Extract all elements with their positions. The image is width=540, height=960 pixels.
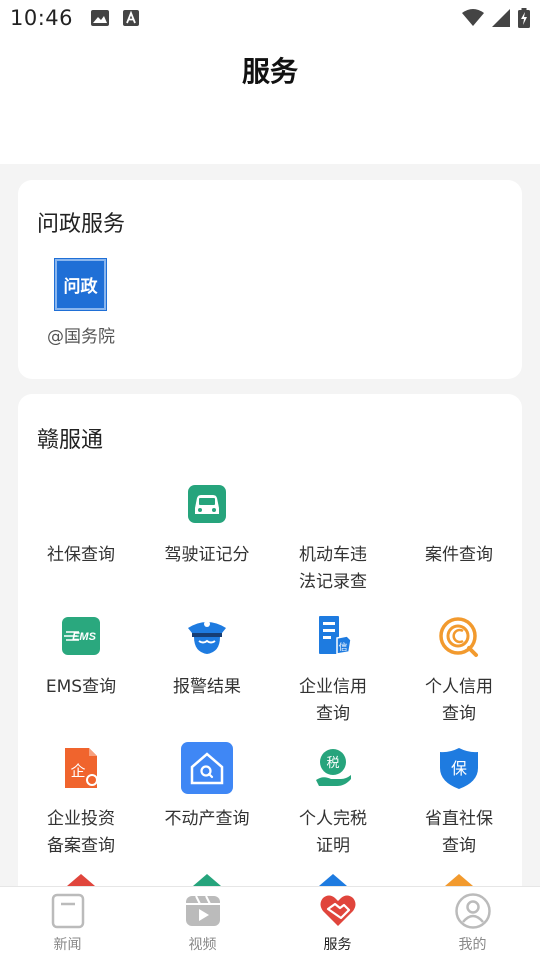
service-item-police-report-result[interactable]: 报警结果 <box>144 610 270 701</box>
ganfutong-card: 赣服通 社保查询 驾驶证记分 机动车违 法记录查 案件查询 EMS EMS查询 <box>18 394 522 914</box>
svg-text:EMS: EMS <box>72 631 97 643</box>
profile-icon <box>454 893 491 929</box>
svg-text:税: 税 <box>326 756 339 771</box>
page-title: 服务 <box>241 55 298 88</box>
personal-credit-icon <box>439 617 478 657</box>
blank-icon <box>307 478 359 530</box>
police-icon <box>188 621 226 654</box>
tab-service[interactable]: 服务 <box>270 887 405 960</box>
bottom-tab-bar: 新闻 视频 服务 我的 <box>0 886 540 960</box>
service-item-driver-license-points[interactable]: 驾驶证记分 <box>144 478 270 569</box>
section-title: 赣服通 <box>37 428 104 453</box>
service-item-tax-certificate[interactable]: 税 个人完税 证明 <box>270 742 396 860</box>
svg-text:企: 企 <box>70 762 85 780</box>
status-time: 10:46 <box>10 6 74 30</box>
service-handshake-icon <box>320 895 355 926</box>
battery-charging-icon <box>518 8 530 28</box>
enterprise-credit-icon: 信 <box>319 616 352 655</box>
ems-icon: EMS <box>62 617 100 655</box>
social-security-shield-icon: 保 <box>440 748 478 789</box>
wifi-icon <box>462 9 484 26</box>
service-item-vehicle-violation[interactable]: 机动车违 法记录查 <box>270 478 396 596</box>
blank-icon <box>433 478 485 530</box>
svg-text:信: 信 <box>338 641 347 653</box>
car-icon <box>188 485 226 523</box>
wenzheng-icon: 问政 <box>54 258 107 311</box>
service-item-enterprise-credit[interactable]: 信 企业信用 查询 <box>270 610 396 728</box>
service-item-ems-query[interactable]: EMS EMS查询 <box>18 610 144 701</box>
video-icon <box>185 895 220 926</box>
a-icon <box>123 10 140 26</box>
tab-profile[interactable]: 我的 <box>405 887 540 960</box>
blank-icon <box>55 478 107 530</box>
real-estate-icon <box>181 742 233 794</box>
tax-icon: 税 <box>316 749 351 786</box>
service-item-enterprise-investment[interactable]: 企 企业投资 备案查询 <box>18 742 144 860</box>
service-item-provincial-social-security[interactable]: 保 省直社保 查询 <box>396 742 522 860</box>
tab-news[interactable]: 新闻 <box>0 887 135 960</box>
signal-icon <box>492 9 510 27</box>
news-icon <box>51 893 84 929</box>
svg-text:保: 保 <box>451 759 467 778</box>
service-item-social-security-query[interactable]: 社保查询 <box>18 478 144 569</box>
service-item-case-query[interactable]: 案件查询 <box>396 478 522 569</box>
wenzheng-service-card: 问政服务 问政 @国务院 <box>18 180 522 379</box>
wenzheng-label: @国务院 <box>47 327 115 347</box>
enterprise-investment-icon: 企 <box>65 748 98 788</box>
section-title: 问政服务 <box>37 212 126 237</box>
page-header: 服务 <box>0 36 540 164</box>
image-icon <box>91 10 110 26</box>
status-bar: 10:46 <box>0 0 540 36</box>
service-item-personal-credit[interactable]: 个人信用 查询 <box>396 610 522 728</box>
service-item-real-estate[interactable]: 不动产查询 <box>144 742 270 833</box>
tab-video[interactable]: 视频 <box>135 887 270 960</box>
